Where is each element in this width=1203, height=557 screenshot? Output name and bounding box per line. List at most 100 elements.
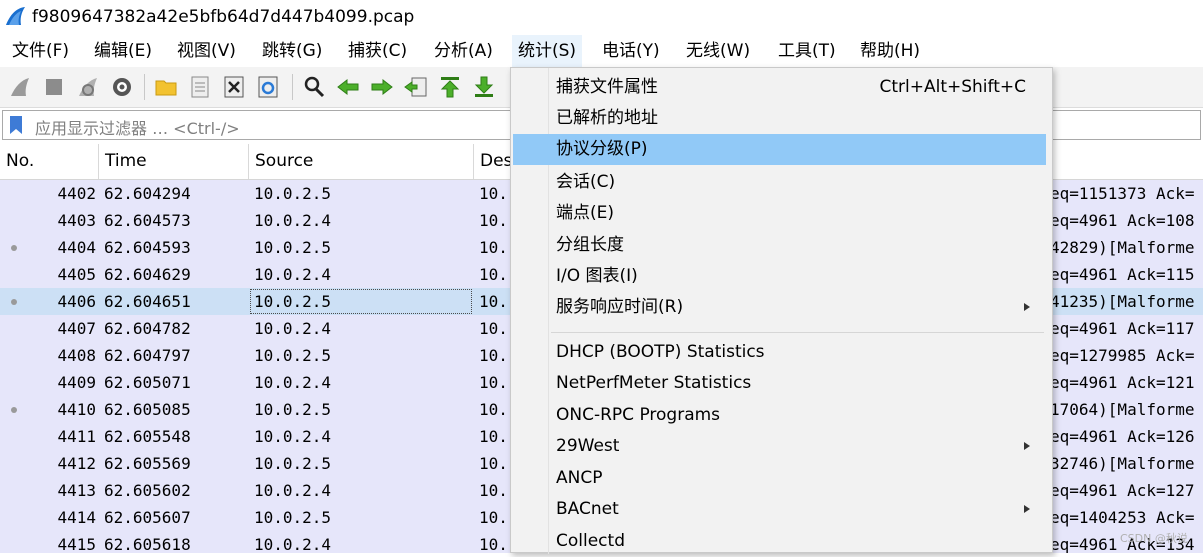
menu-wireless[interactable]: 无线(W)	[680, 35, 756, 67]
cell-time: 62.604782	[104, 319, 191, 338]
menu-item-label: 29West	[556, 436, 620, 456]
menu-item-label: ONC-RPC Programs	[556, 405, 721, 425]
cell-destination: 10.	[479, 427, 508, 446]
menu-item-ancp[interactable]: ANCP	[513, 463, 1046, 494]
cell-info: 41235)[Malforme	[1050, 292, 1195, 311]
cell-time: 62.605548	[104, 427, 191, 446]
menu-item-dhcp-statistics[interactable]: DHCP (BOOTP) Statistics	[513, 337, 1046, 368]
cell-destination: 10.	[479, 211, 508, 230]
cell-destination: 10.	[479, 292, 508, 311]
statistics-dropdown-menu: 捕获文件属性 Ctrl+Alt+Shift+C 已解析的地址 协议分级(P) 会…	[510, 67, 1053, 554]
menu-item-service-response-time[interactable]: 服务响应时间(R)	[513, 292, 1046, 323]
cell-info: eq=4961 Ack=127	[1050, 481, 1195, 500]
cell-destination: 10.	[479, 508, 508, 527]
menu-capture[interactable]: 捕获(C)	[342, 35, 413, 67]
menu-analyze[interactable]: 分析(A)	[428, 35, 499, 67]
menu-item-netperfmeter-statistics[interactable]: NetPerfMeter Statistics	[513, 368, 1046, 399]
display-filter-input[interactable]: 应用显示过滤器 … <Ctrl-/>	[35, 115, 240, 139]
capture-options-icon[interactable]	[110, 75, 134, 99]
cell-source: 10.0.2.5	[254, 400, 332, 419]
restart-capture-icon[interactable]	[76, 75, 100, 99]
cell-destination: 10.	[479, 535, 508, 553]
cell-time: 62.605618	[104, 535, 191, 553]
cell-no: 4402	[57, 184, 96, 203]
cell-info: eq=4961 Ack=121	[1050, 373, 1195, 392]
cell-time: 62.605071	[104, 373, 191, 392]
column-header-no[interactable]: No.	[0, 144, 99, 179]
column-header-source[interactable]: Source	[249, 144, 474, 179]
menu-help[interactable]: 帮助(H)	[854, 35, 926, 67]
cell-info: eq=1151373 Ack=	[1050, 184, 1195, 203]
cell-time: 62.604294	[104, 184, 191, 203]
cell-source: 10.0.2.4	[254, 265, 332, 284]
find-packet-icon[interactable]	[302, 75, 326, 99]
open-file-icon[interactable]	[154, 75, 178, 99]
cell-source: 10.0.2.5	[254, 454, 332, 473]
cell-no: 4415	[57, 535, 96, 553]
cell-destination: 10.	[479, 346, 508, 365]
wireshark-logo-icon	[6, 7, 25, 25]
submenu-arrow-icon	[1024, 505, 1030, 513]
reload-file-icon[interactable]	[256, 75, 280, 99]
cell-no: 4407	[57, 319, 96, 338]
bookmark-icon[interactable]	[7, 115, 25, 135]
cell-time: 62.604651	[104, 292, 191, 311]
menu-item-bacnet[interactable]: BACnet	[513, 494, 1046, 525]
cell-no: 4414	[57, 508, 96, 527]
menu-item-label: 会话(C)	[556, 172, 616, 192]
menu-item-conversations[interactable]: 会话(C)	[513, 167, 1046, 198]
menu-go[interactable]: 跳转(G)	[256, 35, 328, 67]
menu-telephony[interactable]: 电话(Y)	[596, 35, 666, 67]
menu-item-io-graphs[interactable]: I/O 图表(I)	[513, 261, 1046, 292]
save-file-icon[interactable]	[188, 75, 212, 99]
cell-destination: 10.	[479, 319, 508, 338]
cell-source: 10.0.2.5	[254, 346, 332, 365]
go-to-packet-icon[interactable]	[404, 75, 428, 99]
go-first-packet-icon[interactable]	[438, 75, 462, 99]
menu-item-onc-rpc-programs[interactable]: ONC-RPC Programs	[513, 400, 1046, 431]
menu-view[interactable]: 视图(V)	[171, 35, 242, 67]
menu-item-endpoints[interactable]: 端点(E)	[513, 198, 1046, 229]
menu-item-label: DHCP (BOOTP) Statistics	[556, 342, 765, 362]
cell-destination: 10.	[479, 373, 508, 392]
menu-edit[interactable]: 编辑(E)	[88, 35, 158, 67]
go-back-icon[interactable]	[336, 75, 360, 99]
go-last-packet-icon[interactable]	[472, 75, 496, 99]
menu-item-label: Collectd	[556, 531, 625, 551]
menu-item-label: 端点(E)	[556, 203, 615, 223]
menu-item-label: 捕获文件属性	[556, 77, 658, 97]
cell-no: 4413	[57, 481, 96, 500]
cell-no: 4406	[57, 292, 96, 311]
title-bar: f9809647382a42e5bfb64d7d447b4099.pcap	[0, 0, 1203, 35]
menu-item-capture-file-properties[interactable]: 捕获文件属性 Ctrl+Alt+Shift+C	[513, 72, 1046, 103]
cell-time: 62.604629	[104, 265, 191, 284]
menu-item-label: 已解析的地址	[556, 108, 658, 128]
column-header-time[interactable]: Time	[99, 144, 249, 179]
watermark: CSDN @秋说	[1120, 532, 1188, 545]
menu-item-protocol-hierarchy[interactable]: 协议分级(P)	[513, 134, 1046, 165]
menu-item-label: 服务响应时间(R)	[556, 297, 684, 317]
start-capture-icon[interactable]	[8, 75, 32, 99]
cell-destination: 10.	[479, 238, 508, 257]
menu-item-label: 协议分级(P)	[556, 139, 648, 159]
cell-no: 4411	[57, 427, 96, 446]
cell-info: eq=1404253 Ack=	[1050, 508, 1195, 527]
window-title: f9809647382a42e5bfb64d7d447b4099.pcap	[32, 7, 415, 27]
cell-info: eq=4961 Ack=126	[1050, 427, 1195, 446]
menu-statistics[interactable]: 统计(S)	[512, 35, 583, 67]
close-file-icon[interactable]	[222, 75, 246, 99]
cell-source: 10.0.2.4	[254, 427, 332, 446]
cell-no: 4403	[57, 211, 96, 230]
menu-item-collectd[interactable]: Collectd	[513, 526, 1046, 557]
cell-info: eq=4961 Ack=115	[1050, 265, 1195, 284]
stop-capture-icon[interactable]	[42, 75, 66, 99]
go-forward-icon[interactable]	[370, 75, 394, 99]
cell-source: 10.0.2.4	[254, 373, 332, 392]
menu-item-packet-lengths[interactable]: 分组长度	[513, 230, 1046, 261]
cell-no: 4409	[57, 373, 96, 392]
menu-file[interactable]: 文件(F)	[6, 35, 75, 67]
menu-item-resolved-addresses[interactable]: 已解析的地址	[513, 103, 1046, 134]
menu-item-29west[interactable]: 29West	[513, 431, 1046, 462]
menu-tools[interactable]: 工具(T)	[772, 35, 842, 67]
cell-source: 10.0.2.5	[254, 292, 332, 311]
